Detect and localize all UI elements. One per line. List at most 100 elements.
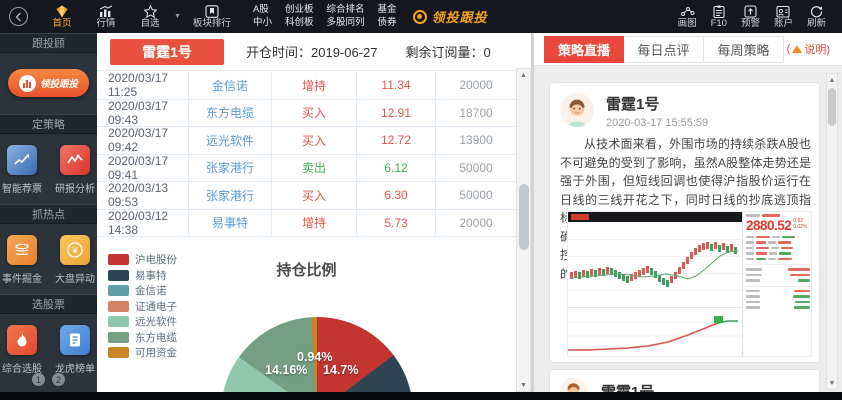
main-scrollbar[interactable]: ▲ ▼ (516, 68, 531, 392)
sidebar-item-stock-screener[interactable]: 综合选股 (2, 325, 42, 375)
post-timestamp: 2020-03-17 15:55:59 (606, 117, 708, 129)
link-star-market[interactable]: 科创板 (285, 17, 314, 29)
table-row[interactable]: 2020/03/12 14:38易事特增持5.7320000 (97, 210, 516, 238)
nav-market[interactable]: 行情 (84, 0, 128, 33)
alert-icon (744, 5, 757, 18)
post-author-name[interactable]: 雷霆1号 (606, 93, 708, 114)
brand-logo-icon (413, 10, 427, 24)
pager-dot-1[interactable]: 1 (32, 373, 45, 386)
portfolio-panel: 雷霆1号 开仓时间：2019-06-27 剩余订阅量：0 2020/03/17 … (97, 33, 531, 392)
post-chart-image[interactable]: 2880.52 0.52 0.02% (567, 211, 812, 357)
legend-item[interactable]: 易事特 (108, 270, 177, 282)
sidebar-item-event-gold[interactable]: 事件掘金 (2, 235, 42, 285)
sidebar-item-market-move[interactable]: ¥ 大盘异动 (55, 235, 95, 285)
strategy-feed: 雷霆1号 2020-03-17 15:55:59 从技术面来看，外围市场的持续杀… (549, 82, 820, 392)
sidebar-section-strategy: 定策略 (0, 114, 97, 134)
scroll-up-arrow[interactable]: ▲ (517, 69, 530, 81)
table-row[interactable]: 2020/03/17 09:42远光软件买入12.7213900 (97, 127, 516, 155)
tool-alert[interactable]: 预警 (741, 5, 760, 29)
author-avatar (560, 378, 587, 393)
table-row[interactable]: 2020/03/13 09:53张家港行买入6.3050000 (97, 182, 516, 210)
market-move-icon: ¥ (60, 235, 90, 265)
strategy-post: 雷霆1号 2020-03-17 15:55:59 从技术面来看，外围市场的持续杀… (549, 82, 820, 363)
table-row[interactable]: 2020/03/17 11:25金信诺增持11.3420000 (97, 72, 516, 100)
stock-screen-flame-icon (7, 325, 37, 355)
legend-item[interactable]: 可用资金 (108, 347, 177, 359)
warning-triangle-icon (792, 45, 802, 53)
account-icon (776, 5, 790, 18)
link-a-shares[interactable]: A股 (253, 4, 272, 16)
topbar-tools: 画图 F10 预警 (678, 5, 826, 29)
pie-label-cash: 0.94% (297, 350, 332, 364)
tool-account[interactable]: 账户 (774, 5, 793, 29)
legend-item[interactable]: 东方电缆 (108, 332, 177, 344)
pie-legend: 沪电股份易事特金信诺证通电子远光软件东方电缆可用资金 (108, 254, 177, 359)
nav-sector-rank[interactable]: 板块排行 (183, 0, 241, 33)
scroll-up-arrow[interactable]: ▲ (827, 74, 837, 86)
ranking-list-icon (60, 325, 90, 355)
legend-item[interactable]: 证通电子 (108, 301, 177, 313)
top-toolbar: 首页 行情 自选 ▼ 板块排行 A股 中小 创业板 科 (0, 0, 842, 33)
market-quick-links: A股 中小 创业板 科创板 综合排名 多股同列 基金 债券 (253, 4, 397, 29)
scrollbar-thumb[interactable] (828, 88, 836, 126)
pie-label-hudian: 14.7% (323, 363, 358, 377)
event-gold-icon (7, 235, 37, 265)
link-rankings[interactable]: 综合排名 (326, 4, 364, 16)
app-window: 首页 行情 自选 ▼ 板块排行 A股 中小 创业板 科 (0, 0, 842, 400)
product-button[interactable]: 雷霆1号 (110, 39, 224, 65)
nav-market-label: 行情 (96, 19, 115, 29)
link-multi-stock[interactable]: 多股同列 (326, 17, 364, 29)
portfolio-header: 雷霆1号 开仓时间：2019-06-27 剩余订阅量：0 (97, 33, 516, 71)
kline-chart-area (568, 222, 742, 306)
legend-item[interactable]: 远光软件 (108, 316, 177, 328)
link-bonds[interactable]: 债券 (377, 17, 396, 29)
link-chinext[interactable]: 创业板 (285, 4, 314, 16)
tool-f10[interactable]: F10 (711, 5, 727, 29)
tab-strategy-live[interactable]: 策略直播 (544, 36, 624, 63)
legend-item[interactable]: 金信诺 (108, 285, 177, 297)
back-button[interactable] (9, 7, 28, 26)
tool-refresh[interactable]: 刷新 (807, 5, 826, 29)
strategy-post-partial[interactable]: 雷霆1号 (549, 369, 820, 392)
nav-watchlist[interactable]: 自选 (128, 0, 172, 33)
refresh-icon (810, 5, 823, 18)
brand-logo-text: 领投跟投 (432, 7, 488, 26)
gem-icon (54, 5, 70, 18)
smart-pick-icon (7, 145, 37, 175)
link-sme[interactable]: 中小 (253, 17, 272, 29)
svg-text:¥: ¥ (71, 246, 78, 256)
strategy-tabs: 策略直播 每日点评 每周策略 ( 说明) (534, 33, 842, 66)
tool-alert-label: 预警 (741, 19, 760, 29)
tab-weekly-strategy[interactable]: 每周策略 (704, 36, 784, 63)
sidebar-item-smart-pick[interactable]: 智能荐票 (2, 145, 42, 195)
sidebar-brand-button[interactable]: 领投跟投 (8, 69, 89, 97)
topbar-brand-logo: 领投跟投 (413, 7, 488, 26)
pager-dot-2[interactable]: 2 (52, 373, 65, 386)
chart-image-badge (571, 214, 589, 220)
right-scrollbar[interactable]: ▲ ▼ (826, 73, 838, 390)
scroll-down-arrow[interactable]: ▼ (827, 377, 837, 389)
legend-item[interactable]: 沪电股份 (108, 254, 177, 266)
link-funds[interactable]: 基金 (377, 4, 396, 16)
sidebar-item-ranking-list[interactable]: 龙虎榜单 (55, 325, 95, 375)
sector-rank-icon (205, 5, 219, 18)
table-row[interactable]: 2020/03/17 09:43东方电缆买入12.9118700 (97, 100, 516, 128)
tool-account-label: 账户 (774, 19, 793, 29)
explain-link[interactable]: ( 说明) (787, 41, 830, 57)
table-row[interactable]: 2020/03/17 09:41张家港行卖出6.1250000 (97, 155, 516, 183)
brand-pill-label: 领投跟投 (40, 76, 78, 90)
pie-label-dongfang: 14.16% (265, 363, 307, 377)
f10-icon (713, 5, 725, 18)
tool-refresh-label: 刷新 (807, 19, 826, 29)
sidebar-pager: 1 2 (0, 373, 97, 386)
trade-table: 2020/03/17 11:25金信诺增持11.34200002020/03/1… (97, 72, 516, 237)
chevron-down-icon[interactable]: ▼ (174, 13, 181, 20)
scroll-down-arrow[interactable]: ▼ (517, 379, 530, 391)
post-author-name: 雷霆1号 (601, 381, 654, 393)
tool-draw[interactable]: 画图 (678, 5, 697, 29)
tool-draw-label: 画图 (678, 19, 697, 29)
nav-home[interactable]: 首页 (40, 0, 84, 33)
sidebar-item-report-analysis[interactable]: 研报分析 (55, 145, 95, 195)
tab-daily-review[interactable]: 每日点评 (624, 36, 704, 63)
scrollbar-thumb[interactable] (519, 184, 529, 250)
